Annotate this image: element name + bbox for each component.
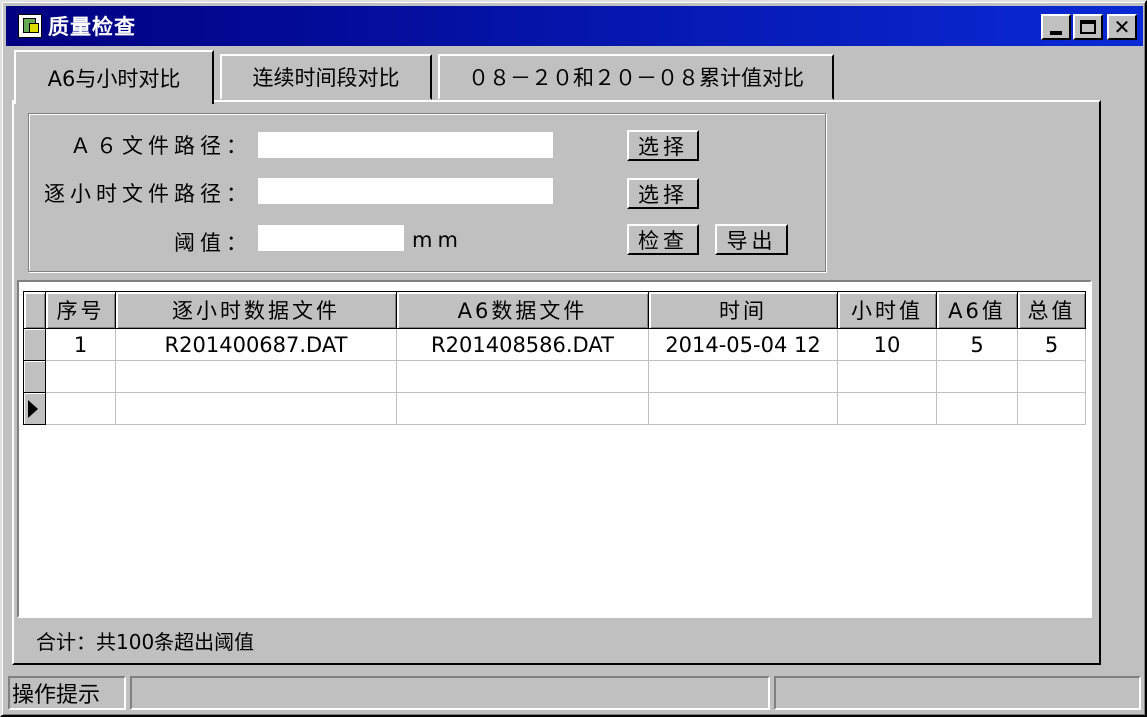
select-hourly-button[interactable]: 选择	[627, 178, 699, 209]
cell-a6-value[interactable]: 5	[936, 328, 1018, 361]
tab-label: ０８－２０和２０－０８累计值对比	[468, 66, 804, 90]
cell-time[interactable]	[648, 392, 838, 425]
app-icon[interactable]	[18, 14, 42, 38]
threshold-input[interactable]	[258, 225, 404, 251]
cell-total-value[interactable]	[1017, 360, 1086, 393]
table-row[interactable]: 1 R201400687.DAT R201408586.DAT 2014-05-…	[23, 328, 1086, 361]
cell-total-value[interactable]	[1017, 392, 1086, 425]
a6-path-label: Ａ６文件路径：	[70, 134, 252, 158]
maximize-icon	[1080, 20, 1096, 34]
minimize-button[interactable]	[1041, 14, 1071, 40]
status-bar: 操作提示	[6, 674, 1143, 712]
select-a6-button[interactable]: 选择	[627, 130, 699, 161]
cell-a6-file[interactable]: R201408586.DAT	[396, 328, 649, 361]
header-row: 序号 逐小时数据文件 A6数据文件 时间 小时值 A6值 总值	[23, 291, 1086, 329]
cell-hourly-file[interactable]	[115, 392, 397, 425]
close-button[interactable]: ✕	[1107, 14, 1137, 40]
cell-hourly-file[interactable]: R201400687.DAT	[115, 328, 397, 361]
hourly-path-input[interactable]	[258, 178, 553, 204]
tab-cumulative-compare[interactable]: ０８－２０和２０－０８累计值对比	[438, 54, 834, 100]
tab-label: 连续时间段对比	[252, 66, 400, 90]
status-hint-text: 操作提示	[12, 683, 101, 708]
cell-hourly-file[interactable]	[115, 360, 397, 393]
window-title: 质量检查	[48, 15, 136, 39]
minimize-icon	[1050, 30, 1062, 35]
threshold-label: 阈值：	[174, 231, 252, 255]
results-grid[interactable]: 序号 逐小时数据文件 A6数据文件 时间 小时值 A6值 总值 1 R20140…	[17, 280, 1092, 618]
tab-continuous-period[interactable]: 连续时间段对比	[220, 54, 432, 100]
table-row[interactable]	[23, 360, 1086, 393]
tab-a6-vs-hourly[interactable]: A6与小时对比	[14, 50, 214, 104]
status-hint-panel: 操作提示	[8, 676, 126, 710]
cell-index[interactable]	[45, 360, 116, 393]
column-header-a6-value[interactable]: A6值	[936, 291, 1018, 329]
threshold-unit: mm	[412, 228, 463, 252]
close-icon: ✕	[1113, 15, 1131, 39]
cell-a6-value[interactable]	[936, 392, 1018, 425]
cell-time[interactable]	[648, 360, 838, 393]
current-row-arrow-icon	[28, 400, 38, 418]
export-button[interactable]: 导出	[715, 224, 788, 255]
column-header-time[interactable]: 时间	[648, 291, 838, 329]
window-controls: ✕	[1041, 14, 1137, 40]
tab-label: A6与小时对比	[47, 67, 181, 91]
check-button[interactable]: 检查	[627, 224, 699, 255]
main-window: 质量检查 ✕ A6与小时对比 连续时间段对比 ０８－２０和２０－０８累计值对比 …	[0, 0, 1147, 717]
status-panel-3	[774, 676, 1141, 710]
cell-index[interactable]	[45, 392, 116, 425]
cell-a6-file[interactable]	[396, 360, 649, 393]
cell-hourly-value[interactable]	[837, 360, 937, 393]
row-indicator-header	[23, 291, 46, 329]
column-header-a6-file[interactable]: A6数据文件	[396, 291, 649, 329]
column-header-hourly-file[interactable]: 逐小时数据文件	[115, 291, 397, 329]
results-table: 序号 逐小时数据文件 A6数据文件 时间 小时值 A6值 总值 1 R20140…	[23, 291, 1086, 425]
maximize-button[interactable]	[1073, 14, 1103, 40]
cell-a6-value[interactable]	[936, 360, 1018, 393]
hourly-path-label: 逐小时文件路径：	[44, 182, 252, 206]
cell-total-value[interactable]: 5	[1017, 328, 1086, 361]
summary-text: 合计：共100条超出阈值	[36, 630, 255, 654]
cell-hourly-value[interactable]: 10	[837, 328, 937, 361]
column-header-index[interactable]: 序号	[45, 291, 116, 329]
row-indicator[interactable]	[23, 328, 46, 361]
row-indicator[interactable]	[23, 360, 46, 393]
cell-a6-file[interactable]	[396, 392, 649, 425]
a6-path-input[interactable]	[258, 132, 553, 158]
status-panel-2	[130, 676, 770, 710]
row-indicator[interactable]	[23, 392, 46, 425]
cell-time[interactable]: 2014-05-04 12	[648, 328, 838, 361]
title-bar[interactable]: 质量检查 ✕	[6, 6, 1143, 46]
cell-hourly-value[interactable]	[837, 392, 937, 425]
table-row[interactable]	[23, 392, 1086, 425]
column-header-total-value[interactable]: 总值	[1017, 291, 1086, 329]
column-header-hourly-value[interactable]: 小时值	[837, 291, 937, 329]
cell-index[interactable]: 1	[45, 328, 116, 361]
